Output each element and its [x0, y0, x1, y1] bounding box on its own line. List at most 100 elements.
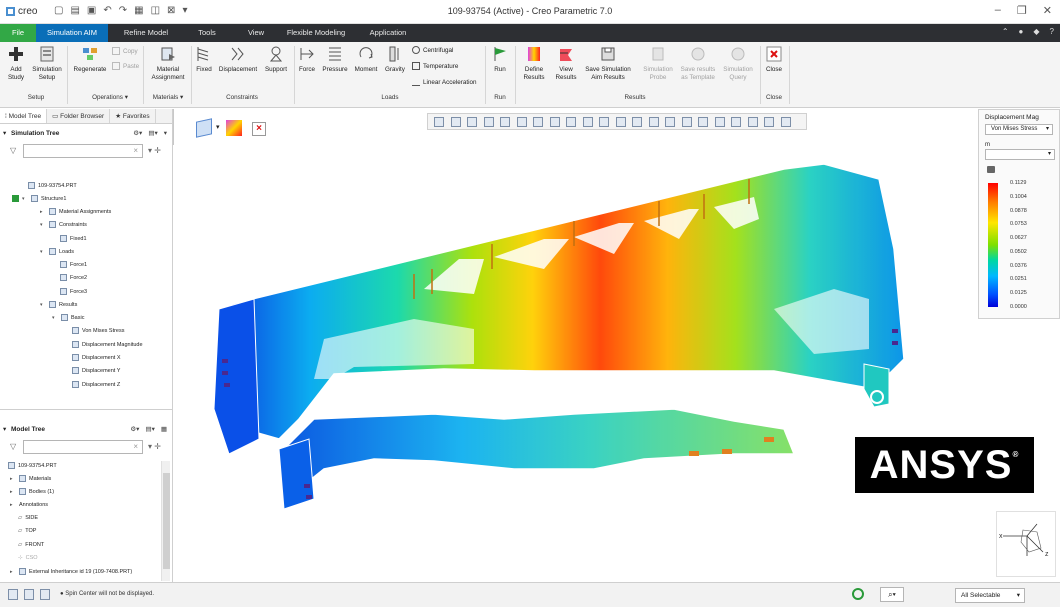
clear-icon[interactable]: × — [133, 146, 138, 155]
save-simulation-results-button[interactable]: Save Simulation Aim Results — [582, 45, 634, 82]
minimize-icon[interactable]: – — [995, 4, 1001, 17]
legend-lock-icon[interactable] — [987, 166, 995, 173]
named-view-icon[interactable] — [516, 117, 527, 127]
model-node-part[interactable]: 109-93754.PRT — [8, 462, 57, 469]
model-tree-search-input[interactable]: × — [23, 440, 143, 454]
legend-icon[interactable] — [780, 117, 791, 127]
model-node-cso[interactable]: ⊹ CSO — [18, 555, 38, 561]
gravity-button[interactable]: Gravity — [382, 45, 408, 74]
tab-flexible-modeling[interactable]: Flexible Modeling — [278, 24, 354, 42]
full-screen-icon[interactable] — [40, 589, 50, 600]
model-node-top[interactable]: ▱ TOP — [18, 528, 36, 534]
refit-icon[interactable] — [434, 117, 444, 127]
tree-node-von-mises[interactable]: Von Mises Stress — [72, 327, 125, 334]
tree-node-loads[interactable]: ▾ Loads — [40, 248, 74, 255]
model-tree-scrollbar[interactable] — [161, 461, 170, 581]
restore-icon[interactable]: ❐ — [1017, 4, 1027, 17]
spin-center-icon[interactable] — [500, 117, 510, 127]
simulation-setup-button[interactable]: Simulation Setup — [31, 45, 63, 82]
tree-node-constraints[interactable]: ▾ Constraints — [40, 221, 87, 228]
shading-icon[interactable] — [665, 117, 675, 127]
section-icon[interactable] — [632, 117, 642, 127]
centrifugal-button[interactable]: Centrifugal — [412, 46, 453, 54]
simulation-tree-search-input[interactable]: × — [23, 144, 143, 158]
mesh-icon[interactable] — [698, 117, 708, 127]
clear-icon[interactable]: × — [133, 442, 138, 451]
tab-file[interactable]: File — [0, 24, 36, 42]
view-manager-icon[interactable] — [549, 117, 560, 127]
tree-node-fixed1[interactable]: Fixed1 — [60, 235, 87, 242]
unit-select[interactable]: ▾ — [985, 149, 1055, 160]
tree-node-displacement-y[interactable]: Displacement Y — [72, 367, 120, 374]
tree-node-force3[interactable]: Force3 — [60, 288, 87, 295]
tab-application[interactable]: Application — [360, 24, 416, 42]
linear-acceleration-button[interactable]: Linear Acceleration — [412, 78, 477, 86]
animation-icon[interactable] — [747, 117, 758, 127]
annotation-display-icon[interactable] — [599, 117, 609, 127]
run-button[interactable]: Run — [489, 45, 511, 74]
collapse-arrow-icon[interactable]: ▾ — [3, 129, 6, 137]
moment-button[interactable]: Moment — [352, 45, 380, 74]
result-type-select[interactable]: ▾ Von Mises Stress — [985, 124, 1053, 135]
close-button[interactable]: Close — [763, 45, 785, 74]
search-icon[interactable]: ● — [1019, 27, 1024, 36]
fixed-button[interactable]: Fixed — [193, 45, 215, 74]
zoom-in-icon[interactable] — [450, 117, 461, 127]
hidden-line-icon[interactable] — [648, 117, 659, 127]
selection-filter-select[interactable]: All Selectable ▾ — [955, 588, 1025, 603]
fea-model-view[interactable] — [174, 109, 980, 582]
close-icon[interactable]: ✕ — [1043, 4, 1052, 17]
expand-icon[interactable]: ▸ — [10, 569, 16, 575]
fringe-icon[interactable] — [714, 117, 725, 127]
settings-icon[interactable]: ◆ — [1033, 27, 1039, 36]
add-study-button[interactable]: Add Study — [4, 45, 28, 82]
tree-options-icon[interactable]: ▾ — [164, 129, 167, 137]
material-assignment-button[interactable]: Material Assignment — [148, 45, 188, 82]
tab-folder-browser[interactable]: ▭ Folder Browser — [47, 109, 111, 123]
pressure-button[interactable]: Pressure — [320, 45, 350, 74]
graphics-area[interactable]: ▾ × — [174, 109, 980, 582]
simulation-query-button[interactable]: Simulation Query — [720, 45, 756, 82]
tree-settings-icon[interactable]: ⚙▾ — [133, 129, 142, 137]
model-node-bodies[interactable]: ▸ Bodies (1) — [10, 488, 54, 495]
tree-node-force1[interactable]: Force1 — [60, 261, 87, 268]
force-button[interactable]: Force — [296, 45, 318, 74]
help-icon[interactable]: ? — [1050, 27, 1054, 36]
save-results-template-button[interactable]: Save results as Template — [678, 45, 718, 82]
tree-node-displacement-z[interactable]: Displacement Z — [72, 381, 120, 388]
expand-icon[interactable]: ▸ — [10, 489, 16, 495]
tree-columns-icon[interactable]: ▤▾ — [145, 425, 154, 433]
expand-icon[interactable]: ▾ — [22, 196, 28, 202]
display-style-icon[interactable] — [533, 117, 543, 127]
view-results-button[interactable]: View Results — [552, 45, 580, 82]
tree-settings-icon[interactable]: ⚙▾ — [130, 425, 139, 433]
filter-icon[interactable]: ▽ — [10, 442, 16, 451]
temperature-button[interactable]: Temperature — [412, 62, 458, 70]
saved-orientations-icon[interactable] — [615, 117, 626, 127]
displacement-button[interactable]: Displacement — [217, 45, 259, 74]
simulation-probe-button[interactable]: Simulation Probe — [640, 45, 676, 82]
tab-view[interactable]: View — [236, 24, 276, 42]
tree-options-icon[interactable]: ▦ — [161, 425, 167, 433]
tab-refine-model[interactable]: Refine Model — [113, 24, 179, 42]
filter-icon[interactable]: ▽ — [10, 146, 16, 155]
tree-node-material-assignments[interactable]: ▸ Material Assignments — [40, 208, 111, 215]
group-materials[interactable]: Materials ▾ — [148, 94, 188, 101]
zoom-out-icon[interactable] — [467, 117, 477, 127]
model-node-external-inheritance[interactable]: ▸ External Inheritance id 19 (109-7408.PR… — [10, 568, 132, 575]
tab-tools[interactable]: Tools — [185, 24, 229, 42]
model-node-materials[interactable]: ▸ Materials — [10, 475, 51, 482]
tree-node-force2[interactable]: Force2 — [60, 274, 87, 281]
regen-status-icon[interactable] — [852, 588, 864, 600]
regenerate-button[interactable]: Regenerate — [72, 45, 108, 74]
collapse-ribbon-icon[interactable]: ⌃ — [1002, 27, 1009, 36]
expand-icon[interactable]: ▾ — [52, 315, 58, 321]
group-operations[interactable]: Operations ▾ — [82, 94, 138, 101]
tree-node-results[interactable]: ▾ Results — [40, 301, 77, 308]
tree-columns-icon[interactable]: ▤▾ — [148, 129, 157, 137]
tree-node-basic[interactable]: ▾ Basic — [52, 314, 84, 321]
toggle-navigator-icon[interactable] — [8, 589, 18, 600]
tab-model-tree[interactable]: ⁞ Model Tree — [0, 109, 48, 123]
model-node-side[interactable]: ▱ SIDE — [18, 515, 38, 521]
expand-icon[interactable]: ▸ — [10, 502, 16, 508]
